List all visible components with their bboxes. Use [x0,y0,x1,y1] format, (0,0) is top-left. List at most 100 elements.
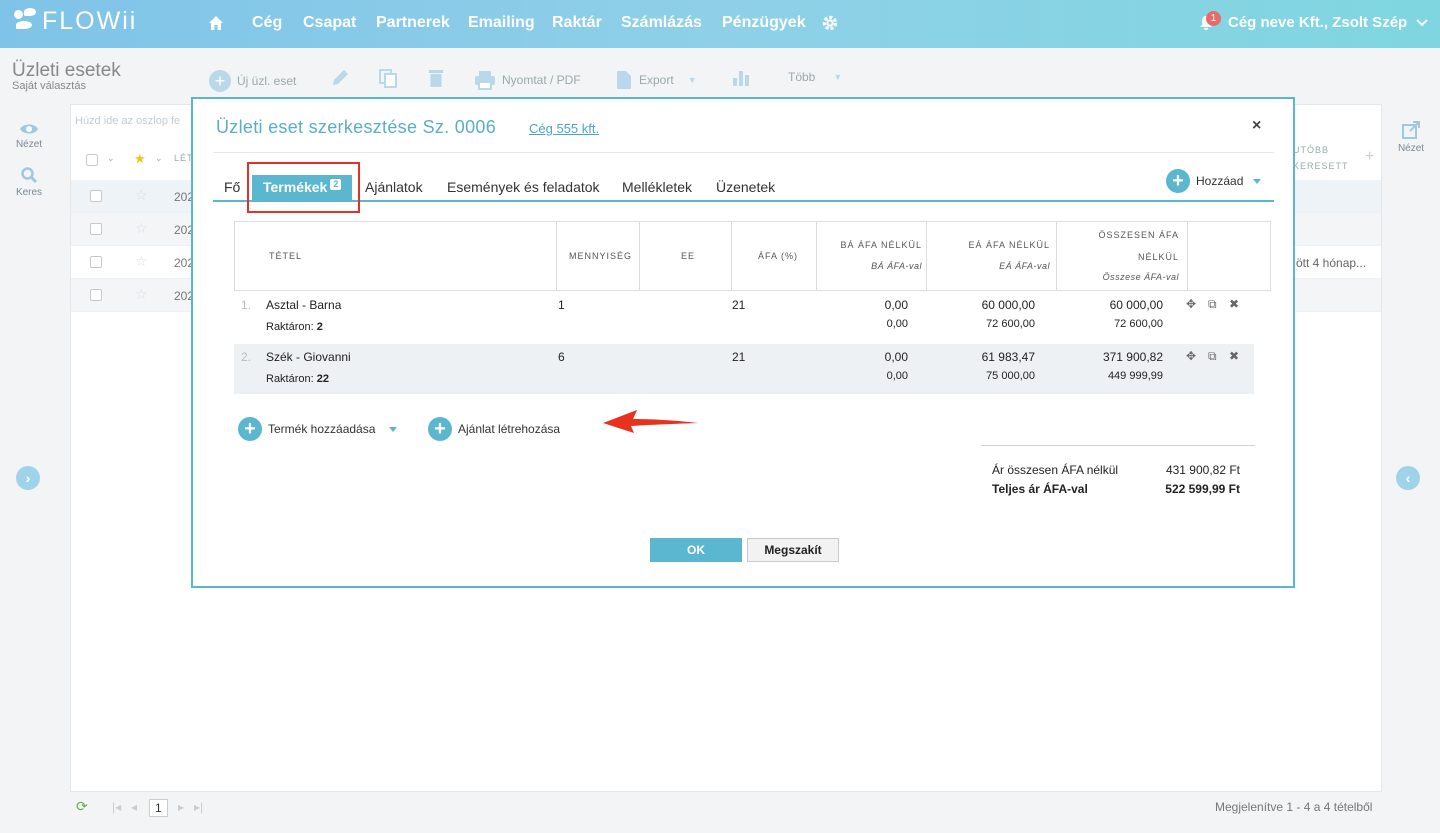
new-deal-label: Új üzl. eset [237,74,297,88]
cancel-button[interactable]: Megszakít [747,538,839,562]
product-row[interactable]: 1. Asztal - Barna Raktáron: 2 1 21 0,00 … [234,292,1254,342]
add-product-button[interactable]: + Termék hozzáadása [238,417,398,441]
prev-page-icon[interactable]: ◂ [131,800,137,814]
column-header-recent-2[interactable]: KERESETT [1293,161,1349,171]
row-number: 2. [241,350,252,364]
more-label: Több [788,70,816,84]
highlight-annotation [247,162,360,213]
star-icon[interactable]: ☆ [135,253,148,270]
annotation-arrow [603,410,698,433]
first-page-icon[interactable]: |◂ [112,800,121,814]
column-header-recent-1[interactable]: UTÓBB [1293,145,1329,155]
create-offer-button[interactable]: + Ajánlat létrehozása [428,417,560,441]
tab-messages[interactable]: Üzenetek [716,179,775,195]
sidebar-search[interactable]: Keres [9,166,49,198]
products-table-header: TÉTEL MENNYISÉG EE ÁFA (%) BÁ ÁFA NÉLKÜL… [234,221,1271,291]
row-checkbox[interactable] [90,289,102,301]
product-qty[interactable]: 6 [558,350,565,364]
row-checkbox[interactable] [90,223,102,235]
new-deal-button[interactable]: + Új üzl. eset [209,70,296,92]
add-button[interactable]: + Hozzáad [1166,169,1262,193]
header-cell-ba: BÁ ÁFA NÉLKÜL BÁ ÁFA-val [817,222,927,290]
nav-item-ceg[interactable]: Cég [252,14,282,32]
company-user-menu[interactable]: Cég neve Kft., Zsolt Szép [1228,14,1407,31]
close-icon[interactable]: × [1252,117,1261,135]
notification-badge: 1 [1206,11,1221,26]
star-icon[interactable]: ☆ [135,220,148,237]
product-ea[interactable]: 61 983,47 [982,350,1035,364]
plus-icon: + [1166,169,1190,193]
copy-icon[interactable] [378,68,398,88]
chevron-down-icon[interactable]: ⌄ [107,153,115,164]
gear-icon[interactable] [821,14,839,32]
col-item: TÉTEL [269,251,303,261]
add-column-icon[interactable]: + [1365,148,1374,166]
select-all-checkbox[interactable] [86,154,98,166]
product-name[interactable]: Szék - Giovanni [266,350,351,364]
product-name[interactable]: Asztal - Barna [266,298,341,312]
tab-main[interactable]: Fő [224,179,240,195]
trash-icon[interactable] [427,68,445,88]
tab-events[interactable]: Események és feladatok [447,179,600,195]
duplicate-icon[interactable]: ⧉ [1208,349,1217,364]
move-icon[interactable]: ✥ [1186,297,1196,311]
ok-button[interactable]: OK [650,538,742,562]
product-total: 60 000,00 [1109,298,1163,312]
sidebar-right-view[interactable]: Nézet [1391,120,1431,154]
more-dropdown[interactable]: Több ▼ [788,70,842,84]
star-icon[interactable]: ☆ [135,187,148,204]
chevron-down-icon[interactable]: ⌄ [155,153,163,164]
header-cell-total: ÖSSZESEN ÁFA NÉLKÜL Összese ÁFA-val [1057,222,1188,290]
expand-left-icon[interactable]: › [16,466,40,490]
product-ba[interactable]: 0,00 [885,298,908,312]
product-vat[interactable]: 21 [732,350,745,364]
product-ba-vat: 0,00 [886,318,908,330]
nav-item-emailing[interactable]: Emailing [468,14,535,32]
next-page-icon[interactable]: ▸ [178,800,184,814]
caret-down-icon: ▼ [833,72,843,82]
star-filter-icon[interactable]: ★ [134,151,146,167]
col-ea-sub: EÁ ÁFA-val [999,261,1050,271]
home-icon[interactable] [207,14,225,32]
nav-item-csapat[interactable]: Csapat [303,14,356,32]
caret-down-icon [389,426,398,432]
tab-attachments[interactable]: Mellékletek [622,179,692,195]
star-icon[interactable]: ☆ [135,286,148,303]
sidebar-view[interactable]: Nézet [9,122,49,150]
last-page-icon[interactable]: ▸| [194,800,203,814]
refresh-icon[interactable]: ⟳ [76,798,88,815]
product-ea[interactable]: 60 000,00 [982,298,1035,312]
nav-item-partnerek[interactable]: Partnerek [376,14,450,32]
pager-summary: Megjelenítve 1 - 4 a 4 tételből [1215,800,1373,814]
stock-label: Raktáron: 2 [266,321,323,333]
product-ba[interactable]: 0,00 [885,350,908,364]
nav-item-szamlazas[interactable]: Számlázás [621,14,702,32]
product-vat[interactable]: 21 [732,298,745,312]
eye-icon [20,124,38,134]
company-link[interactable]: Cég 555 kft. [529,121,599,136]
page-number-input[interactable]: 1 [149,799,168,817]
move-icon[interactable]: ✥ [1186,349,1196,363]
flowii-logo[interactable]: FLOWii [12,6,137,36]
export-dropdown[interactable]: Export ▼ [615,70,697,90]
chevron-down-icon[interactable] [1416,16,1428,28]
external-link-icon [1402,121,1420,139]
sidebar-right-view-label: Nézet [1397,143,1425,154]
print-pdf-button[interactable]: Nyomtat / PDF [474,70,581,90]
nav-item-raktar[interactable]: Raktár [552,14,602,32]
print-label: Nyomtat / PDF [502,73,581,87]
duplicate-icon[interactable]: ⧉ [1208,297,1217,312]
modal-title: Üzleti eset szerkesztése Sz. 0006 [216,117,497,137]
product-row[interactable]: 2. Szék - Giovanni Raktáron: 22 6 21 0,0… [234,344,1254,394]
product-qty[interactable]: 1 [558,298,565,312]
bar-chart-icon[interactable] [731,68,751,88]
row-checkbox[interactable] [90,190,102,202]
row-checkbox[interactable] [90,256,102,268]
expand-right-icon[interactable]: ‹ [1396,466,1420,490]
delete-icon[interactable]: ✖ [1229,349,1239,363]
delete-icon[interactable]: ✖ [1229,297,1239,311]
tab-offers[interactable]: Ajánlatok [365,179,423,195]
nav-item-penzugyek[interactable]: Pénzügyek [722,14,806,32]
page-title: Üzleti esetek [12,60,121,81]
edit-icon[interactable] [330,68,350,88]
